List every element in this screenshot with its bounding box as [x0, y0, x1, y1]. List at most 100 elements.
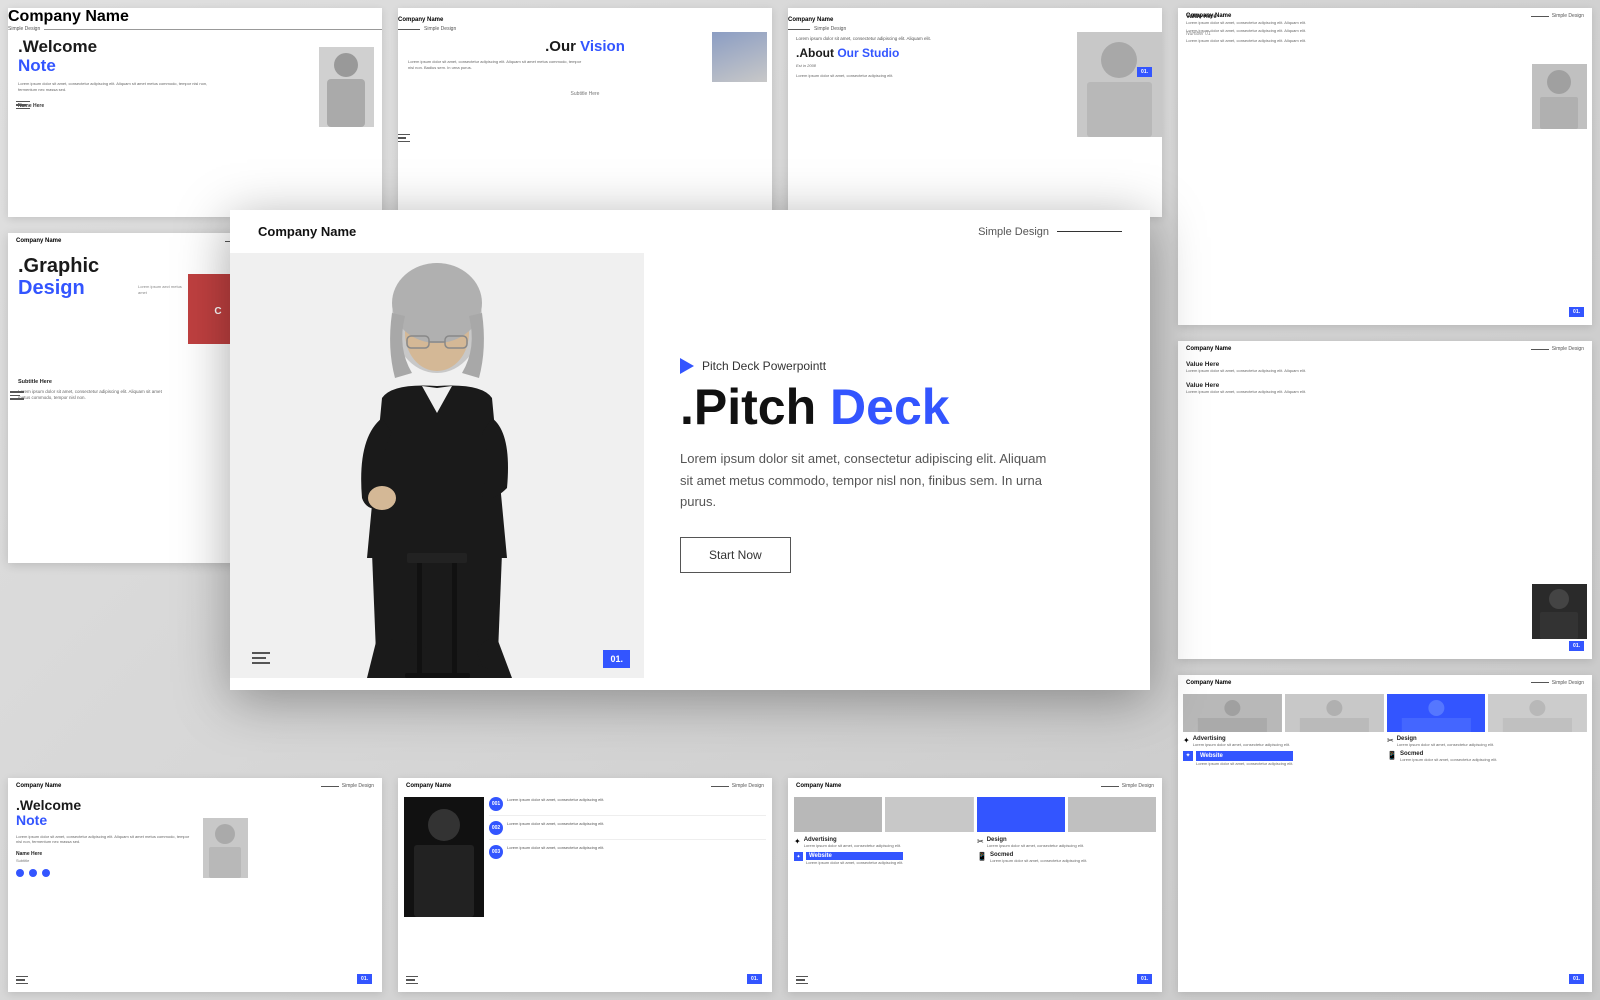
bottom-header-2: Company Name Simple Design — [398, 778, 772, 794]
b-list-text-2: Lorem ipsum dolor sit amet, consectetur … — [507, 821, 604, 827]
center-deco-line — [1057, 231, 1122, 233]
vision-title: .Our Vision — [408, 32, 762, 59]
b-socmed-text: Lorem ipsum dolor sit amet, consectetur … — [990, 858, 1087, 863]
design-text: Lorem ipsum dolor sit amet, consectetur … — [1397, 742, 1494, 747]
graphic-lorem-sm: Lorem ipsum aect metus amet — [138, 284, 183, 295]
slide-header-1: Company Name Simple Design — [8, 8, 382, 32]
group-svg-3 — [1387, 694, 1486, 732]
design-icon: ✂ — [1387, 736, 1394, 745]
center-header: Company Name Simple Design — [230, 210, 1150, 253]
bottom-content-1: .Welcome Note Lorem ipsum dolor sit amet… — [8, 794, 382, 881]
center-tagline: Simple Design — [978, 226, 1049, 238]
right-image-1 — [1532, 64, 1587, 129]
b-design-text: Lorem ipsum dolor sit amet, consectetur … — [987, 843, 1084, 848]
b-circle-2: 002 — [489, 821, 503, 835]
b-service-adv: ✦ Advertising Lorem ipsum dolor sit amet… — [794, 837, 973, 848]
website-text: Lorem ipsum dolor sit amet, consectetur … — [1196, 761, 1293, 766]
center-company-name: Company Name — [258, 224, 356, 239]
slide-graphic-design: Company Name .Graphic Design Lorem ipsum… — [8, 233, 253, 563]
center-image-section: 01. — [230, 253, 644, 678]
pitch-label-wrap: Pitch Deck Powerpointt — [680, 358, 1114, 374]
r-company-2: Company Name — [1186, 346, 1231, 352]
slide-about-right: Company Name Simple Design Lorem ipsum d… — [1178, 8, 1592, 325]
bottom-content-2: 001 Lorem ipsum dolor sit amet, consecte… — [398, 794, 772, 920]
services-grid: ✦ Advertising Lorem ipsum dolor sit amet… — [1183, 736, 1587, 766]
vision-body: Lorem ipsum dolor sit amet, consectetur … — [408, 59, 585, 71]
social-dot-2 — [29, 869, 37, 877]
company-name-2: Company Name — [398, 17, 443, 23]
b-slide-num-2: 01. — [747, 974, 762, 984]
b-list-text-1: Lorem ipsum dolor sit amet, consectetur … — [507, 797, 604, 803]
value-item-1: Value Here Lorem ipsum dolor sit amet, c… — [1186, 14, 1434, 26]
bg-img-3 — [977, 797, 1065, 832]
socmed-text: Lorem ipsum dolor sit amet, consectetur … — [1400, 757, 1497, 762]
about-image — [1077, 32, 1162, 137]
b-website-text: Lorem ipsum dolor sit amet, consectetur … — [806, 860, 903, 865]
slide-services-right: Company Name Simple Design — [1178, 675, 1592, 992]
start-now-button[interactable]: Start Now — [680, 537, 791, 573]
r-slide-num-2: 01. — [1569, 641, 1584, 651]
slide-people-bottom: Company Name Simple Design 001 Lorem ips… — [398, 778, 772, 992]
slide-num-3: 01. — [1137, 67, 1152, 77]
slide-content-1: .Welcome Note Lorem ipsum dolor sit amet… — [8, 32, 382, 115]
socmed-text-block: Socmed Lorem ipsum dolor sit amet, conse… — [1400, 751, 1497, 762]
service-advertising: ✦ Advertising Lorem ipsum dolor sit amet… — [1183, 736, 1383, 747]
b-hamburger-1 — [16, 976, 28, 985]
b-company-3: Company Name — [796, 783, 841, 789]
right-content-2: Value Here Lorem ipsum dolor sit amet, c… — [1178, 357, 1592, 398]
graphic-subtitle: Subtitle Here — [18, 379, 243, 385]
svg-text:C: C — [214, 306, 221, 317]
group-svg-1 — [1183, 694, 1282, 732]
bg-img-4 — [1068, 797, 1156, 832]
est-label: Est in 2008 — [796, 63, 993, 68]
b-slide-num-3: 01. — [1137, 974, 1152, 984]
b-circle-1: 001 — [489, 797, 503, 811]
slide-header-4: Company Name — [8, 233, 253, 249]
about-person-svg — [1077, 32, 1162, 137]
b-hamburger-3 — [796, 976, 808, 985]
pitch-main-title: .Pitch Deck — [680, 382, 1114, 432]
pitch-body: Lorem ipsum dolor sit amet, consectetur … — [680, 448, 1060, 512]
about-title: .About Our Studio — [796, 47, 993, 60]
vision-image — [712, 32, 767, 82]
b-service-socmed: 📱 Socmed Lorem ipsum dolor sit amet, con… — [977, 852, 1156, 865]
pitch-label: Pitch Deck Powerpointt — [702, 359, 826, 373]
slide-services-bottom: Company Name Simple Design ✦ — [788, 778, 1162, 992]
bottom-row: Company Name Simple Design .Welcome Note… — [0, 770, 1170, 1000]
group-img-2 — [1285, 694, 1384, 732]
b-tagline-3: Simple Design — [1101, 783, 1154, 789]
slide-header-2: Company Name Simple Design — [398, 8, 772, 32]
right-image-2 — [1532, 584, 1587, 639]
r-tagline-1: Simple Design — [1531, 13, 1584, 19]
b-circle-3: 003 — [489, 845, 503, 859]
r-slide-num-1: 01. — [1569, 307, 1584, 317]
center-body: 01. Pitch Deck Powerpointt .Pitch Deck L… — [230, 253, 1150, 678]
b-list-item-3: 003 Lorem ipsum dolor sit amet, consecte… — [489, 845, 766, 859]
group-svg-4 — [1488, 694, 1587, 732]
slide-vision-top: Company Name Simple Design .Our Vision L… — [398, 8, 772, 217]
graphic-body: Lorem ipsum dolor sit amet, consectetur … — [18, 389, 164, 402]
person-svg-1 — [319, 47, 374, 127]
company-name-3: Company Name — [788, 17, 833, 23]
hamburger-4 — [10, 391, 24, 400]
b-list-section: 001 Lorem ipsum dolor sit amet, consecte… — [489, 797, 766, 917]
welcome-body: Lorem ipsum dolor sit amet, consectetur … — [18, 81, 213, 93]
center-content-section: Pitch Deck Powerpointt .Pitch Deck Lorem… — [644, 253, 1150, 678]
value-item-3: Value Here Lorem ipsum dolor sit amet, c… — [1186, 382, 1584, 395]
socmed-icon: 📱 — [1387, 751, 1397, 760]
b-welcome-title: .Welcome Note — [16, 798, 192, 829]
hamburger-1 — [16, 101, 30, 110]
b-website-block: Website Lorem ipsum dolor sit amet, cons… — [806, 852, 903, 865]
b-tagline-1: Simple Design — [321, 783, 374, 789]
b-services-grid: ✦ Advertising Lorem ipsum dolor sit amet… — [794, 837, 1156, 865]
top-row: Company Name Simple Design .Welcome Note… — [0, 0, 1170, 225]
about-body-1: Lorem ipsum dolor sit amet, consectetur … — [796, 36, 993, 42]
slide-welcome-bottom: Company Name Simple Design .Welcome Note… — [8, 778, 382, 992]
woman-svg — [297, 258, 577, 678]
slide-value-right: Company Name Simple Design Value Here Lo… — [1178, 341, 1592, 658]
value-text-3: Lorem ipsum dolor sit amet, consectetur … — [1186, 389, 1425, 395]
b-socmed-icon: 📱 — [977, 852, 987, 865]
bottom-content-3: ✦ Advertising Lorem ipsum dolor sit amet… — [788, 794, 1162, 868]
right-header-3: Company Name Simple Design — [1178, 675, 1592, 691]
service-socmed: 📱 Socmed Lorem ipsum dolor sit amet, con… — [1387, 751, 1587, 766]
